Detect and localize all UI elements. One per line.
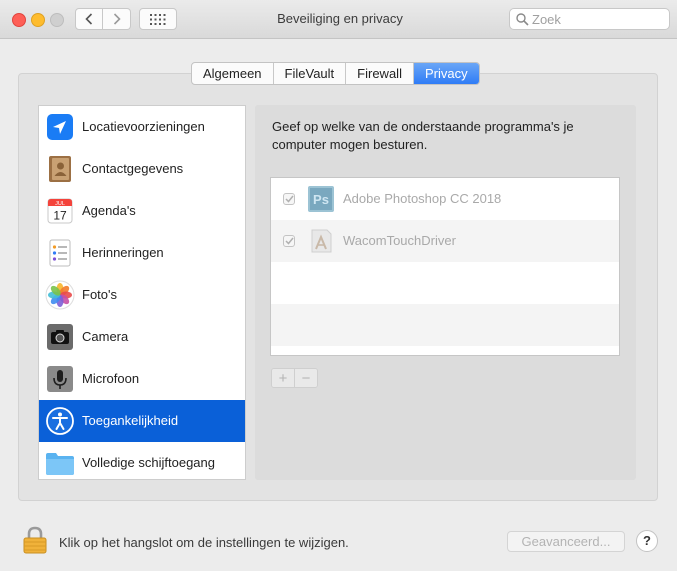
list-item-empty: [271, 262, 619, 304]
sidebar-item-camera[interactable]: Camera: [39, 316, 245, 358]
back-button[interactable]: [75, 8, 103, 30]
advanced-button[interactable]: Geavanceerd...: [507, 531, 625, 552]
accessibility-icon: [46, 407, 74, 435]
camera-icon: [47, 324, 73, 350]
add-app-button[interactable]: +: [272, 369, 295, 387]
window-title: Beveiliging en privacy: [277, 11, 403, 26]
chevron-right-icon: [113, 13, 121, 25]
lock-instruction-text: Klik op het hangslot om de instellingen …: [59, 535, 349, 550]
description-text: Geef op welke van de onderstaande progra…: [272, 119, 574, 152]
search-field[interactable]: [509, 8, 670, 30]
photoshop-icon: Ps: [308, 186, 334, 212]
sidebar-item-label: Herinneringen: [82, 245, 164, 260]
reminders-list-icon: [49, 239, 71, 267]
list-item[interactable]: WacomTouchDriver: [271, 220, 619, 262]
checkmark-icon: [284, 237, 294, 245]
app-name: Adobe Photoshop CC 2018: [343, 191, 502, 206]
remove-app-button[interactable]: −: [295, 369, 317, 387]
tab-algemeen[interactable]: Algemeen: [192, 63, 273, 84]
add-remove-buttons: + −: [271, 368, 318, 388]
sidebar-item-full-disk-access[interactable]: Volledige schijftoegang: [39, 442, 245, 479]
sidebar-item-photos[interactable]: Foto's: [39, 274, 245, 316]
forward-button[interactable]: [103, 8, 131, 30]
chevron-left-icon: [85, 13, 93, 25]
minimize-window-button[interactable]: [31, 13, 45, 27]
app-list[interactable]: Ps Adobe Photoshop CC 2018 WacomTouchDri…: [270, 177, 620, 356]
sidebar-item-label: Foto's: [82, 287, 117, 302]
search-input[interactable]: [532, 11, 662, 27]
help-button[interactable]: ?: [636, 530, 658, 552]
sidebar-item-microphone[interactable]: Microfoon: [39, 358, 245, 400]
folder-icon: [46, 453, 74, 475]
title-bar: Beveiliging en privacy: [0, 0, 677, 39]
sidebar-item-label: Agenda's: [82, 203, 136, 218]
sidebar-item-calendar[interactable]: JUL 17 Agenda's: [39, 190, 245, 232]
microphone-icon: [47, 366, 73, 392]
app-name: WacomTouchDriver: [343, 233, 456, 248]
sidebar-item-label: Contactgegevens: [82, 161, 184, 176]
sidebar-item-label: Microfoon: [82, 371, 140, 386]
svg-text:Ps: Ps: [313, 192, 329, 207]
list-item-empty: [271, 304, 619, 346]
sidebar-item-location[interactable]: Locatievoorzieningen: [39, 106, 245, 148]
zoom-window-button[interactable]: [50, 13, 64, 27]
navigation-buttons: [75, 8, 132, 30]
sidebar-item-label: Toegankelijkheid: [82, 413, 179, 428]
sidebar-item-accessibility[interactable]: Toegankelijkheid: [39, 400, 245, 442]
grid-icon: [150, 13, 166, 25]
search-icon: [516, 13, 529, 26]
tab-privacy[interactable]: Privacy: [412, 63, 479, 84]
sidebar-item-label: Locatievoorzieningen: [82, 119, 205, 134]
location-arrow-icon: [47, 114, 73, 140]
list-item[interactable]: Ps Adobe Photoshop CC 2018: [271, 178, 619, 220]
generic-app-icon: [311, 229, 332, 253]
app-checkbox[interactable]: [283, 193, 295, 205]
tab-firewall[interactable]: Firewall: [345, 63, 413, 84]
calendar-icon: JUL 17: [47, 198, 73, 224]
svg-text:17: 17: [53, 209, 67, 223]
sidebar-item-label: Volledige schijftoegang: [82, 455, 215, 470]
tab-bar: Algemeen FileVault Firewall Privacy: [191, 62, 480, 85]
show-all-button[interactable]: [139, 8, 177, 30]
close-window-button[interactable]: [12, 13, 26, 27]
tab-filevault[interactable]: FileVault: [272, 63, 346, 84]
privacy-category-list[interactable]: Locatievoorzieningen Contactgegevens JUL…: [38, 105, 246, 480]
checkmark-icon: [284, 195, 294, 203]
sidebar-item-reminders[interactable]: Herinneringen: [39, 232, 245, 274]
contacts-book-icon: [49, 156, 71, 182]
sidebar-item-label: Camera: [82, 329, 129, 344]
sidebar-item-contacts[interactable]: Contactgegevens: [39, 148, 245, 190]
svg-text:JUL: JUL: [55, 201, 65, 207]
photos-flower-icon: [45, 280, 75, 310]
padlock-icon[interactable]: [22, 526, 48, 554]
app-checkbox[interactable]: [283, 235, 295, 247]
